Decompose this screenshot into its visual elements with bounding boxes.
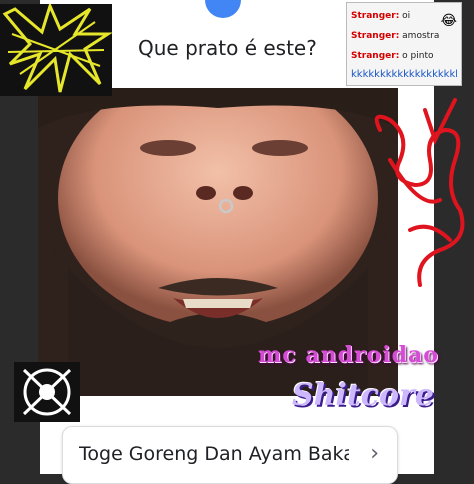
chat-message: o pinto (402, 51, 434, 61)
chat-line: Stranger: oi (351, 11, 410, 21)
result-card[interactable]: Toge Goreng Dan Ayam Bakar › (62, 426, 398, 484)
page-question: Que prato é este? (138, 36, 317, 60)
caption-shitcore: Shitcore (292, 378, 434, 413)
chevron-right-icon[interactable]: › (370, 441, 379, 466)
chat-sender: Stranger: (351, 31, 400, 41)
chat-laugh-text: kkkkkkkkkkkkkkkkkkk (351, 69, 457, 80)
chat-message: amostra (402, 31, 440, 41)
chat-sender: Stranger: (351, 51, 400, 61)
chat-line: Stranger: o pinto (351, 51, 434, 61)
chat-line: Stranger: amostra (351, 31, 439, 41)
result-label: Toge Goreng Dan Ayam Bakar (79, 443, 349, 465)
laughing-emoji-icon: 😂 (440, 13, 457, 29)
chat-message: oi (402, 11, 411, 21)
chat-screenshot: Stranger: oi Stranger: amostra Stranger:… (346, 2, 462, 86)
band-logo-icon (0, 4, 112, 96)
red-scribble-icon (374, 98, 465, 287)
crossed-logo-icon (14, 362, 80, 422)
chat-sender: Stranger: (351, 11, 400, 21)
caption-mc-androidao: mc androidao (258, 342, 439, 368)
